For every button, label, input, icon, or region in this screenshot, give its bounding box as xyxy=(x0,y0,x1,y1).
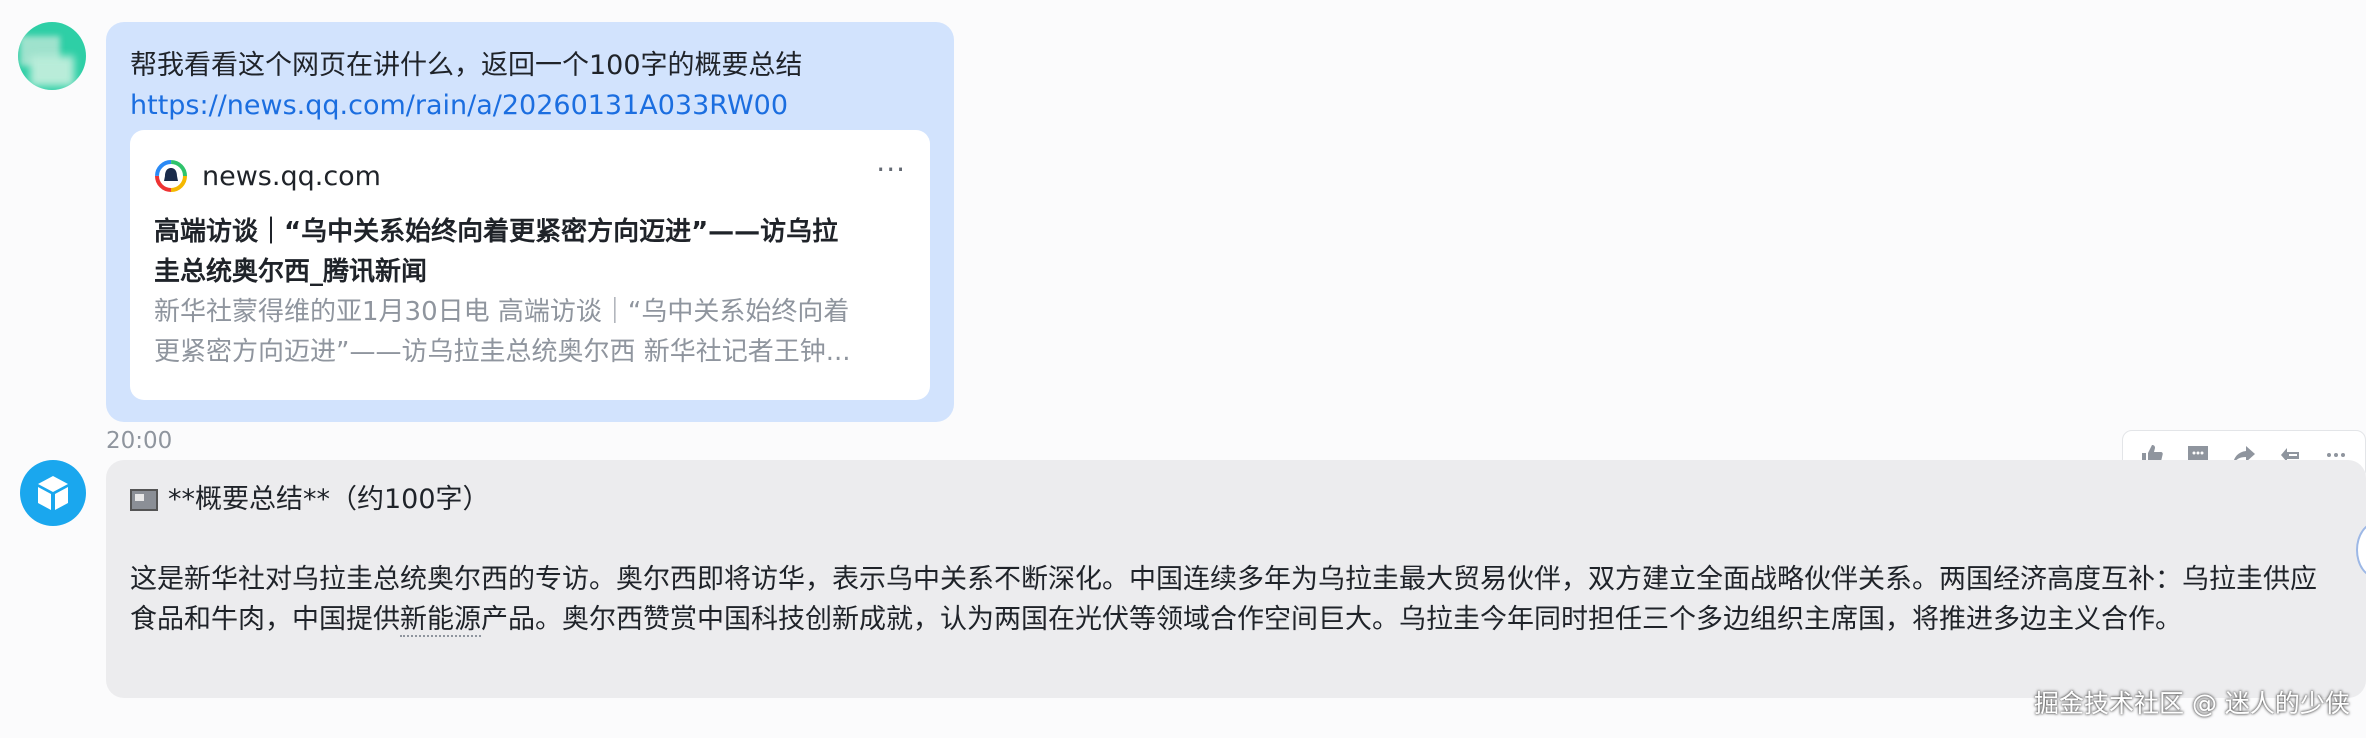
card-title: 高端访谈｜“乌中关系始终向着更紧密方向迈进”——访乌拉 圭总统奥尔西_腾讯新闻 xyxy=(154,212,906,292)
message-link[interactable]: https://news.qq.com/rain/a/20260131A033R… xyxy=(130,86,930,126)
highlighted-term[interactable]: 新能源 xyxy=(400,604,481,637)
bot-avatar[interactable] xyxy=(20,460,86,526)
link-preview-card[interactable]: news.qq.com ··· 高端访谈｜“乌中关系始终向着更紧密方向迈进”——… xyxy=(130,130,930,400)
watermark: 掘金技术社区 @ 迷人的少侠 xyxy=(2034,689,2350,718)
summary-text: 产品。奥尔西赞赏中国科技创新成就，认为两国在光伏等领域合作空间巨大。乌拉圭今年同… xyxy=(481,604,2182,635)
summary-body: 这是新华社对乌拉圭总统奥尔西的专访。奥尔西即将访华，表示乌中关系不断深化。中国连… xyxy=(130,560,2340,640)
card-description: 新华社蒙得维的亚1月30日电 高端访谈｜“乌中关系始终向着 更紧密方向迈进”——… xyxy=(154,292,906,372)
card-title-line: 高端访谈｜“乌中关系始终向着更紧密方向迈进”——访乌拉 xyxy=(154,217,839,247)
summary-heading: **概要总结**（约100字） xyxy=(168,484,490,515)
message-timestamp: 20:00 xyxy=(106,428,173,454)
card-more-icon[interactable]: ··· xyxy=(876,156,906,192)
card-desc-line: 新华社蒙得维的亚1月30日电 高端访谈｜“乌中关系始终向着 xyxy=(154,297,850,327)
card-desc-line: 更紧密方向迈进”——访乌拉圭总统奥尔西 新华社记者王钟... xyxy=(154,337,851,367)
cube-icon xyxy=(38,476,68,510)
user-message-bubble: 帮我看看这个网页在讲什么，返回一个100字的概要总结 https://news.… xyxy=(106,22,954,422)
user-message-text: 帮我看看这个网页在讲什么，返回一个100字的概要总结 xyxy=(130,50,803,81)
bot-message-bubble: **概要总结**（约100字） 这是新华社对乌拉圭总统奥尔西的专访。奥尔西即将访… xyxy=(106,460,2366,698)
newspaper-icon xyxy=(130,489,158,511)
qq-news-favicon-icon xyxy=(155,160,187,192)
card-domain: news.qq.com xyxy=(202,160,381,192)
user-avatar[interactable] xyxy=(18,22,86,90)
card-title-line: 圭总统奥尔西_腾讯新闻 xyxy=(154,257,428,287)
